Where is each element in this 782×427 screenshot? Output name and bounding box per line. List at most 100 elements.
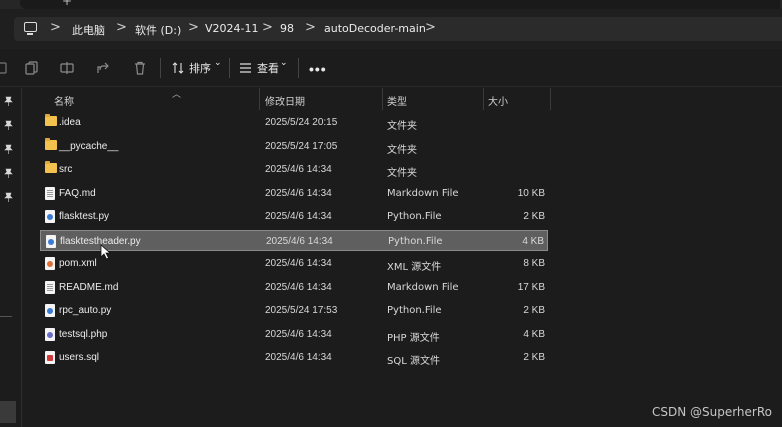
- breadcrumb-drive-d[interactable]: 软件 (D:): [135, 22, 181, 38]
- file-row[interactable]: rpc_auto.py 2025/5/24 17:53 Python.File …: [40, 300, 548, 321]
- breadcrumb-v2024-11[interactable]: V2024-11: [205, 22, 259, 35]
- file-type: Python.File: [388, 235, 443, 247]
- cut-icon[interactable]: [0, 61, 10, 75]
- breadcrumb-chevron-icon[interactable]: >: [305, 20, 316, 35]
- file-size: 2 KB: [523, 211, 545, 222]
- address-row: > 此电脑 > 软件 (D:) > V2024-11 > 98 > autoDe…: [0, 9, 782, 49]
- file-row[interactable]: __pycache__ 2025/5/24 17:05 文件夹: [40, 136, 548, 157]
- column-header-modified[interactable]: 修改日期: [265, 93, 305, 108]
- file-type: PHP 源文件: [387, 332, 440, 344]
- file-size: 10 KB: [517, 187, 545, 199]
- file-date: 2025/4/6 14:34: [265, 211, 332, 222]
- computer-icon[interactable]: [24, 22, 37, 35]
- nav-divider: [0, 316, 12, 317]
- command-bar: 排序 ⌄ 查看 ⌄ •••: [0, 49, 782, 87]
- file-type: Markdown File: [387, 187, 459, 199]
- file-name: flasktest.py: [59, 211, 110, 222]
- column-separator[interactable]: [550, 88, 551, 110]
- pin-icon[interactable]: [4, 120, 13, 130]
- folder-icon: [45, 137, 57, 150]
- view-label: 查看: [257, 62, 279, 75]
- folder-icon: [45, 161, 57, 173]
- file-size: 2 KB: [523, 352, 545, 363]
- column-header-size[interactable]: 大小: [488, 93, 508, 108]
- python-file-icon: [45, 210, 55, 223]
- tab-fragment: +: [20, 0, 780, 9]
- file-row[interactable]: README.md 2025/4/6 14:34 Markdown File 1…: [40, 277, 548, 298]
- file-type: 文件夹: [387, 168, 417, 179]
- php-file-icon: [45, 327, 55, 341]
- more-options-button[interactable]: •••: [309, 61, 327, 77]
- file-date: 2025/4/6 14:34: [265, 352, 332, 363]
- column-header-name[interactable]: 名称: [54, 93, 74, 108]
- pin-icon[interactable]: [4, 144, 13, 154]
- folder-icon: [45, 114, 57, 126]
- chevron-down-icon: ⌄: [280, 58, 288, 68]
- file-type: 文件夹: [387, 121, 417, 132]
- markdown-file-icon: [45, 186, 55, 200]
- file-size: 2 KB: [523, 305, 545, 316]
- tab-strip: +: [0, 0, 782, 9]
- file-date: 2025/4/6 14:34: [266, 235, 333, 247]
- file-type: Python.File: [387, 305, 442, 316]
- file-size: 4 KB: [522, 235, 544, 247]
- toolbar-separator: [298, 58, 299, 78]
- copy-icon[interactable]: [25, 61, 39, 75]
- file-type: SQL 源文件: [387, 356, 440, 367]
- sort-ascending-icon: ︿: [172, 89, 182, 99]
- delete-icon[interactable]: [133, 61, 147, 75]
- breadcrumb-chevron-icon[interactable]: >: [116, 20, 127, 35]
- file-date: 2025/4/6 14:34: [265, 187, 332, 199]
- breadcrumb-chevron-icon[interactable]: >: [425, 20, 436, 35]
- file-date: 2025/5/24 17:05: [265, 140, 338, 152]
- breadcrumb-autodecoder-main[interactable]: autoDecoder-main: [324, 22, 426, 35]
- file-name: .idea: [59, 117, 81, 128]
- file-row[interactable]: users.sql 2025/4/6 14:34 SQL 源文件 2 KB: [40, 347, 548, 368]
- file-size: 8 KB: [523, 258, 545, 269]
- file-date: 2025/4/6 14:34: [265, 281, 332, 293]
- file-name: rpc_auto.py: [59, 305, 112, 316]
- breadcrumb-98[interactable]: 98: [280, 22, 294, 35]
- rename-icon[interactable]: [60, 61, 74, 75]
- breadcrumb-chevron-icon[interactable]: >: [262, 20, 273, 35]
- file-row[interactable]: src 2025/4/6 14:34 文件夹: [40, 159, 548, 180]
- file-row[interactable]: flasktest.py 2025/4/6 14:34 Python.File …: [40, 206, 548, 227]
- python-file-icon: [46, 234, 56, 248]
- breadcrumb-this-pc[interactable]: 此电脑: [72, 22, 105, 38]
- file-name: __pycache__: [59, 140, 119, 152]
- file-size: 4 KB: [523, 328, 545, 340]
- file-name: src: [59, 164, 73, 175]
- markdown-file-icon: [45, 280, 55, 294]
- file-row[interactable]: FAQ.md 2025/4/6 14:34 Markdown File 10 K…: [40, 183, 548, 204]
- new-tab-button[interactable]: +: [62, 0, 72, 8]
- share-icon[interactable]: [96, 61, 110, 75]
- file-row[interactable]: pom.xml 2025/4/6 14:34 XML 源文件 8 KB: [40, 253, 548, 274]
- pin-icon[interactable]: [4, 192, 13, 202]
- toolbar-separator: [229, 58, 230, 78]
- breadcrumb-chevron-icon[interactable]: >: [50, 20, 61, 35]
- file-name: pom.xml: [59, 258, 97, 269]
- pin-icon[interactable]: [4, 168, 13, 178]
- sort-button[interactable]: 排序 ⌄: [172, 58, 222, 77]
- column-separator[interactable]: [382, 88, 383, 110]
- watermark-text: CSDN @SuperherRo: [651, 405, 772, 419]
- file-date: 2025/5/24 20:15: [265, 117, 338, 128]
- file-row[interactable]: .idea 2025/5/24 20:15 文件夹: [40, 112, 548, 133]
- column-separator[interactable]: [483, 88, 484, 110]
- mouse-cursor-icon: [100, 244, 112, 260]
- file-type: 文件夹: [387, 144, 417, 156]
- file-type: XML 源文件: [387, 262, 442, 273]
- column-header-type[interactable]: 类型: [387, 93, 407, 108]
- file-row[interactable]: testsql.php 2025/4/6 14:34 PHP 源文件 4 KB: [40, 324, 548, 345]
- file-date: 2025/4/6 14:34: [265, 328, 332, 340]
- view-button[interactable]: 查看 ⌄: [239, 58, 289, 77]
- python-file-icon: [45, 304, 55, 317]
- column-separator[interactable]: [259, 88, 260, 110]
- nav-selected-item[interactable]: [0, 401, 16, 423]
- pin-icon[interactable]: [4, 96, 13, 106]
- file-row-selected[interactable]: flasktestheader.py 2025/4/6 14:34 Python…: [40, 229, 548, 251]
- file-name: FAQ.md: [59, 187, 96, 199]
- breadcrumb-chevron-icon[interactable]: >: [188, 20, 199, 35]
- file-date: 2025/4/6 14:34: [265, 258, 332, 269]
- address-bar[interactable]: > 此电脑 > 软件 (D:) > V2024-11 > 98 > autoDe…: [14, 17, 782, 41]
